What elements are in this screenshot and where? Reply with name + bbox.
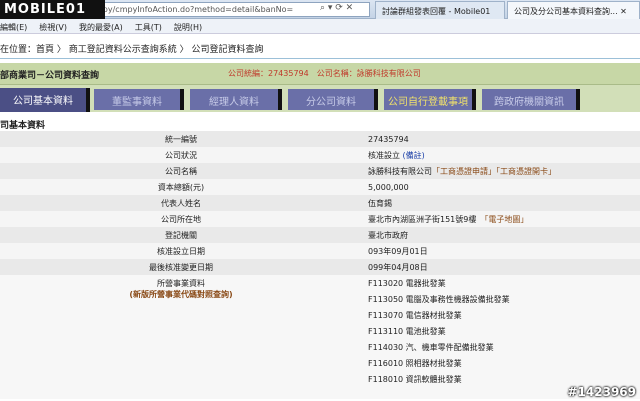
remark-link[interactable]: (備註)	[403, 151, 425, 160]
row-label: 統一編號	[0, 131, 362, 147]
table-row: 資本總額(元) 5,000,000	[0, 179, 640, 195]
tab-self-reported[interactable]: 公司自行登載事項	[384, 89, 476, 110]
tab-branches[interactable]: 分公司資料	[288, 89, 378, 110]
row-label: 代表人姓名	[0, 195, 362, 211]
table-row: 核准設立日期 093年09月01日	[0, 243, 640, 259]
business-item: F113070 電信器材批發業	[368, 311, 462, 320]
menu-help[interactable]: 說明(H)	[174, 22, 202, 33]
page-header: 部商業司－公司資料查詢 公司統編：27435794 公司名稱：詠勝科技有限公司	[0, 63, 640, 85]
row-value: 伍育錫	[362, 195, 640, 211]
company-info-table: 統一編號 27435794 公司狀況 核准設立 (備註) 公司名稱 詠勝科技有限公司「…	[0, 131, 640, 399]
row-label: 公司名稱	[0, 163, 362, 179]
row-value: 27435794	[362, 131, 640, 147]
table-row: 登記機關 臺北市政府	[0, 227, 640, 243]
table-row: 統一編號 27435794	[0, 131, 640, 147]
table-row: 公司狀況 核准設立 (備註)	[0, 147, 640, 163]
watermark: #1423969	[567, 385, 636, 399]
row-label: 公司狀況	[0, 147, 362, 163]
menu-view[interactable]: 檢視(V)	[39, 22, 67, 33]
row-label: 核准設立日期	[0, 243, 362, 259]
row-value: 5,000,000	[362, 179, 640, 195]
business-item: F114030 汽、機車零件配備批發業	[368, 343, 494, 352]
tab-label: 討論群組發表回覆 - Mobile01	[382, 7, 491, 16]
browser-tab-active[interactable]: 公司及分公司基本資料查詢... ✕	[507, 1, 640, 19]
row-label: 公司所在地	[0, 211, 362, 227]
address-actions-icon[interactable]: ⌕ ▾ ⟳ ✕	[320, 3, 353, 13]
browser-tab-mobile01[interactable]: 討論群組發表回覆 - Mobile01	[375, 1, 505, 19]
business-label: 所營事業資料	[157, 279, 205, 288]
row-value: 093年09月01日	[362, 243, 640, 259]
company-info: 公司統編：27435794 公司名稱：詠勝科技有限公司	[228, 69, 421, 78]
map-link[interactable]: 「電子地圖」	[484, 215, 528, 224]
row-value: 臺北市內湖區洲子街151號9樓	[368, 214, 477, 224]
menu-tools[interactable]: 工具(T)	[135, 22, 162, 33]
page-title: 部商業司－公司資料查詢	[0, 71, 100, 81]
business-item: F113050 電腦及事務性機器設備批發業	[368, 295, 510, 304]
table-row: 公司名稱 詠勝科技有限公司「工商憑證申請」「工商憑證開卡」	[0, 163, 640, 179]
divider	[0, 58, 640, 59]
tab-bar: 公司基本資料 董監事資料 經理人資料 分公司資料 公司自行登載事項 跨政府機關資…	[0, 85, 640, 112]
row-label: 登記機關	[0, 227, 362, 243]
mobile01-logo: MOBILE01	[0, 0, 105, 19]
row-label: 資本總額(元)	[0, 179, 362, 195]
business-item: F113020 電器批發業	[368, 279, 446, 288]
tab-basic-info[interactable]: 公司基本資料	[0, 88, 90, 112]
tab-cross-agency[interactable]: 跨政府機關資訊	[482, 89, 580, 110]
table-row: 公司所在地 臺北市內湖區洲子街151號9樓 「電子地圖」	[0, 211, 640, 227]
table-row: 代表人姓名 伍育錫	[0, 195, 640, 211]
row-value: 臺北市政府	[362, 227, 640, 243]
business-item: F113110 電池批發業	[368, 327, 446, 336]
menu-bar: 編輯(E) 檢視(V) 我的最愛(A) 工具(T) 說明(H)	[0, 19, 640, 34]
row-value: 詠勝科技有限公司	[368, 166, 432, 176]
certificate-links[interactable]: 「工商憑證申請」「工商憑證開卡」	[432, 167, 556, 176]
menu-favorites[interactable]: 我的最愛(A)	[79, 22, 123, 33]
row-value: 099年04月08日	[362, 259, 640, 275]
breadcrumb: 在位置：首頁 〉 商工登記資料公示查詢系統 〉 公司登記資料查詢	[0, 45, 264, 55]
menu-edit[interactable]: 編輯(E)	[0, 22, 27, 33]
business-item: F116010 照相器材批發業	[368, 359, 462, 368]
business-code-link[interactable]: (新版所營事業代碼對照查詢)	[0, 289, 362, 300]
section-title: 司基本資料	[0, 121, 46, 131]
table-row: 最後核准變更日期 099年04月08日	[0, 259, 640, 275]
browser-toolbar: mpy/cmpyInfoAction.do?method=detail&banN…	[0, 0, 640, 19]
business-row: 所營事業資料 (新版所營事業代碼對照查詢) F113020 電器批發業 F1130…	[0, 275, 640, 399]
tab-directors[interactable]: 董監事資料	[94, 89, 184, 110]
tab-managers[interactable]: 經理人資料	[190, 89, 282, 110]
row-label: 最後核准變更日期	[0, 259, 362, 275]
tab-label: 公司及分公司基本資料查詢...	[514, 7, 618, 16]
row-value: 核准設立	[368, 150, 400, 160]
